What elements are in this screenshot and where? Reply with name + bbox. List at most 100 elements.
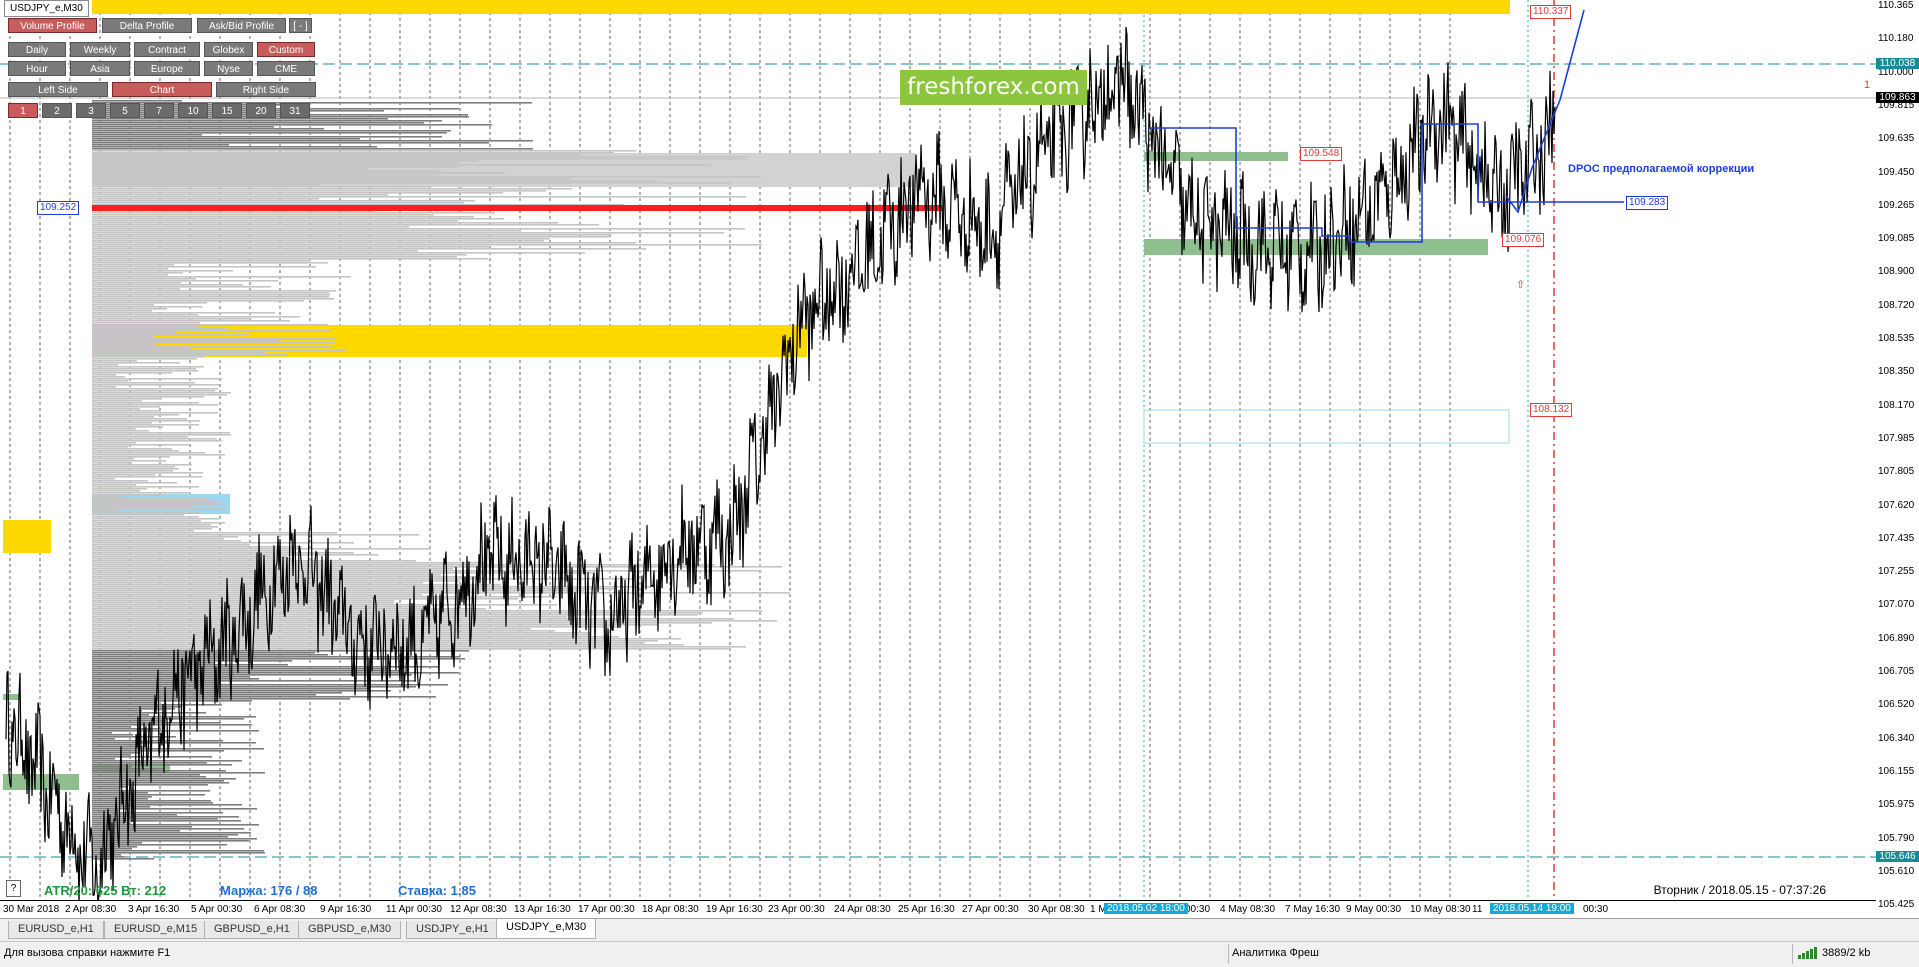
toolbar-button-asia[interactable]: Asia: [70, 61, 130, 76]
toolbar-button-custom[interactable]: Custom: [257, 42, 315, 57]
profile-bar: [92, 332, 176, 334]
toolbar-button-nyse[interactable]: Nyse: [204, 61, 253, 76]
profile-bar: [92, 488, 147, 490]
help-box[interactable]: ?: [6, 880, 21, 897]
profile-bar: [92, 456, 170, 458]
profile-bar: [92, 354, 288, 356]
profile-bar: [92, 374, 116, 376]
toolbar-button-hour[interactable]: Hour: [8, 61, 66, 76]
toolbar-button-5[interactable]: 5: [110, 103, 140, 118]
profile-bar: [92, 118, 388, 120]
profile-bar: [92, 324, 328, 326]
toolbar-button-cme[interactable]: CME: [257, 61, 315, 76]
tab-gbpusd-e-m30[interactable]: GBPUSD_e,M30: [298, 921, 402, 939]
profile-bar: [92, 322, 200, 324]
price-tick: 110.180: [1878, 33, 1914, 45]
toolbar-button-globex[interactable]: Globex: [204, 42, 253, 57]
profile-bar: [92, 200, 475, 202]
profile-bar: [92, 232, 724, 234]
profile-bar: [92, 330, 331, 332]
toolbar-button-[interactable]: [ - ]: [289, 18, 312, 33]
tab-usdjpy-e-h1[interactable]: USDJPY_e,H1: [406, 921, 499, 939]
chart-canvas[interactable]: ⇧: [0, 0, 1876, 900]
price-tick: 109.635: [1878, 133, 1915, 145]
toolbar-button-3[interactable]: 3: [76, 103, 106, 118]
profile-bar: [92, 294, 330, 296]
toolbar-button-31[interactable]: 31: [280, 103, 310, 118]
toolbar-button-10[interactable]: 10: [178, 103, 208, 118]
toolbar-button-volume-profile[interactable]: Volume Profile: [8, 18, 97, 33]
profile-bar: [92, 684, 448, 686]
price-tick: 109.085: [1878, 233, 1915, 245]
profile-bar: [92, 606, 429, 608]
profile-bar: [92, 320, 290, 322]
profile-bar: [92, 442, 136, 444]
profile-bar: [92, 414, 179, 416]
profile-bar: [92, 460, 166, 462]
margin-info: Маржа: 176 / 88: [220, 883, 318, 898]
toolbar-button-delta-profile[interactable]: Delta Profile: [102, 18, 192, 33]
profile-bar: [92, 406, 160, 408]
toolbar-button-europe[interactable]: Europe: [134, 61, 200, 76]
profile-bar: [92, 298, 334, 300]
toolbar-button-ask-bid-profile[interactable]: Ask/Bid Profile: [197, 18, 286, 33]
profile-bar: [92, 428, 136, 430]
profile-bar: [92, 130, 451, 132]
toolbar-button-contract[interactable]: Contract: [134, 42, 200, 57]
profile-bar: [92, 716, 256, 718]
tab-usdjpy-e-m30[interactable]: USDJPY_e,M30: [496, 919, 597, 939]
profile-bar: [92, 632, 591, 634]
profile-bar: [92, 156, 748, 158]
profile-bar: [92, 422, 152, 424]
profile-bar: [92, 752, 140, 754]
tab-eurusd-e-m15[interactable]: EURUSD_e,M15: [104, 921, 208, 939]
toolbar-button-chart[interactable]: Chart: [112, 82, 212, 97]
profile-bar: [92, 508, 227, 510]
profile-bar: [92, 524, 211, 526]
toolbar-button-15[interactable]: 15: [212, 103, 242, 118]
toolbar-button-daily[interactable]: Daily: [8, 42, 66, 57]
toolbar-button-20[interactable]: 20: [246, 103, 276, 118]
profile-bar: [92, 576, 476, 578]
profile-bar: [92, 566, 782, 568]
profile-bar: [92, 780, 224, 782]
price-tick: 107.435: [1878, 532, 1915, 544]
profile-bar: [92, 776, 206, 778]
toolbar-button-weekly[interactable]: Weekly: [70, 42, 130, 57]
profile-bar: [92, 214, 434, 216]
toolbar-button-right-side[interactable]: Right Side: [216, 82, 316, 97]
profile-bar: [92, 528, 212, 530]
profile-bar: [92, 804, 242, 806]
price-tick: 106.705: [1878, 666, 1915, 677]
profile-bar: [92, 234, 610, 236]
tab-eurusd-e-h1[interactable]: EURUSD_e,H1: [8, 921, 104, 939]
connection-icon: [1798, 947, 1820, 962]
profile-bar: [92, 850, 264, 852]
poc-line: [92, 205, 942, 211]
profile-bar: [92, 212, 495, 214]
price-tick: 110.365: [1878, 0, 1914, 11]
profile-bar: [92, 478, 115, 480]
tab-gbpusd-e-h1[interactable]: GBPUSD_e,H1: [204, 921, 300, 939]
profile-bar: [92, 226, 409, 228]
profile-bar: [92, 350, 346, 352]
profile-bar: [92, 306, 202, 308]
profile-bar: [92, 604, 557, 606]
profile-bar: [92, 356, 205, 358]
profile-bar: [92, 202, 464, 204]
profile-bar: [92, 120, 442, 122]
profile-bar: [92, 230, 521, 232]
toolbar-button-7[interactable]: 7: [144, 103, 174, 118]
profile-bar: [92, 744, 140, 746]
chart-area[interactable]: ⇧ USDJPY_e,M30 Volume Profile Delta Profi…: [0, 0, 1877, 900]
profile-bar: [92, 758, 115, 760]
profile-bar: [92, 666, 439, 668]
toolbar-button-2[interactable]: 2: [42, 103, 72, 118]
rate-info: Ставка: 1.85: [398, 883, 476, 898]
toolbar-button-1[interactable]: 1: [8, 103, 38, 118]
toolbar-button-left-side[interactable]: Left Side: [8, 82, 108, 97]
status-profile[interactable]: Аналитика Фреш: [1232, 947, 1319, 959]
profile-bar: [92, 170, 441, 172]
profile-bar: [92, 548, 431, 550]
profile-bar: [92, 556, 287, 558]
